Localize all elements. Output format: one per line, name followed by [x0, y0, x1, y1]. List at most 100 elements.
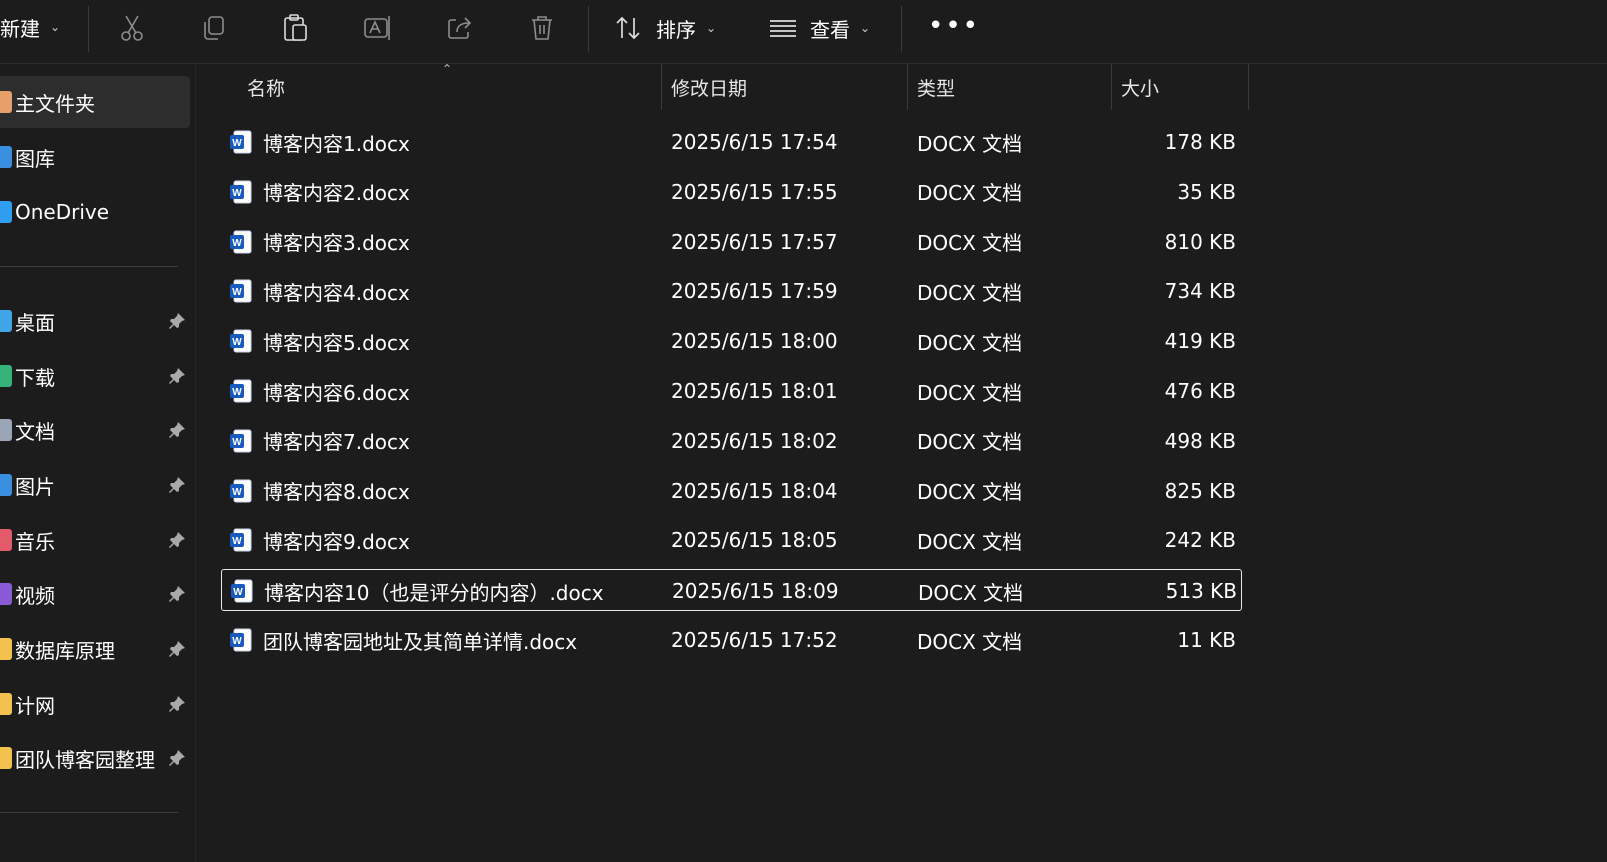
sidebar-item-label: 下载 — [15, 365, 55, 390]
column-header-date[interactable]: 修改日期 — [671, 64, 747, 110]
file-row[interactable]: W 博客内容6.docx 2025/6/15 18:01 DOCX 文档 476 KB — [221, 370, 1242, 412]
pin-icon[interactable] — [168, 694, 186, 718]
file-row[interactable]: W 团队博客园地址及其简单详情.docx 2025/6/15 17:52 DOCX 文… — [221, 619, 1242, 661]
file-size: 11 KB — [1177, 628, 1236, 652]
file-size: 498 KB — [1164, 428, 1236, 453]
file-size: 476 KB — [1164, 379, 1236, 403]
chevron-down-icon: ⌄ — [860, 21, 871, 35]
file-size: 35 KB — [1177, 179, 1236, 204]
documents-icon — [0, 419, 12, 441]
file-list: ⌃ 名称 修改日期 类型 大小 W 博客内容1.docx 2025/6/15 17:… — [196, 62, 1607, 862]
file-row[interactable]: W 博客内容7.docx 2025/6/15 18:02 DOCX 文档 498 KB — [221, 420, 1242, 462]
sidebar-item[interactable]: 文档 — [0, 404, 190, 456]
column-header-size[interactable]: 大小 — [1121, 64, 1159, 110]
file-row[interactable]: W 博客内容3.docx 2025/6/15 17:57 DOCX 文档 810 KB — [221, 221, 1242, 263]
sidebar-item[interactable]: 图库 — [0, 131, 190, 183]
new-label: 新建 — [0, 16, 40, 41]
file-size: 825 KB — [1164, 478, 1236, 503]
folder-icon — [0, 747, 12, 769]
sidebar-item-label: 图片 — [15, 474, 55, 499]
delete-icon[interactable] — [526, 12, 558, 44]
sidebar-item-label: 音乐 — [15, 529, 55, 554]
sidebar-item[interactable]: 下载 — [0, 350, 190, 402]
pin-icon[interactable] — [168, 475, 186, 499]
toolbar-divider — [588, 6, 589, 52]
cut-icon[interactable] — [116, 12, 148, 44]
pin-icon[interactable] — [168, 584, 186, 608]
view-label: 查看 — [810, 17, 850, 42]
gallery-icon — [0, 146, 12, 168]
sidebar-item-label: 桌面 — [15, 310, 55, 335]
column-header-name[interactable]: 名称 — [247, 64, 285, 110]
view-icon — [768, 17, 798, 39]
paste-icon[interactable] — [280, 12, 312, 44]
file-size: 419 KB — [1164, 329, 1236, 354]
sidebar-item[interactable]: 图片 — [0, 459, 190, 511]
sort-icon — [614, 15, 644, 41]
copy-icon[interactable] — [198, 12, 230, 44]
column-header-type[interactable]: 类型 — [917, 64, 955, 110]
music-icon — [0, 529, 12, 551]
sidebar-item-label: 图库 — [15, 146, 55, 171]
rename-icon[interactable] — [362, 12, 394, 44]
file-row[interactable]: W 博客内容5.docx 2025/6/15 18:00 DOCX 文档 419 KB — [221, 320, 1242, 362]
command-bar: 新建 ⌄ 排序 ⌄ 查看 ⌄ ••• — [0, 0, 1607, 64]
new-button[interactable]: 新建 ⌄ — [0, 10, 60, 44]
file-size: 810 KB — [1164, 229, 1236, 254]
sort-button[interactable]: 排序 ⌄ — [614, 8, 716, 48]
sort-ascending-icon: ⌃ — [442, 62, 453, 76]
sidebar-item-label: 计网 — [15, 693, 55, 718]
desktop-icon — [0, 310, 12, 332]
sidebar-item[interactable]: 计网 — [0, 678, 190, 730]
column-separator[interactable] — [661, 64, 662, 110]
sidebar-item-label: OneDrive — [15, 200, 110, 224]
sidebar-item[interactable]: 团队博客园整理 — [0, 732, 190, 784]
pin-icon[interactable] — [168, 420, 186, 444]
file-size: 513 KB — [1165, 579, 1237, 604]
file-row[interactable]: W 博客内容1.docx 2025/6/15 17:54 DOCX 文档 178 KB — [221, 121, 1242, 163]
sidebar-item[interactable]: 数据库原理 — [0, 623, 190, 675]
pin-icon[interactable] — [168, 748, 186, 772]
column-separator[interactable] — [1111, 64, 1112, 110]
column-separator[interactable] — [1248, 64, 1249, 110]
sidebar-item-label: 数据库原理 — [15, 638, 115, 663]
navigation-pane: 主文件夹图库 OneDrive 桌面下载文档图片音乐视频数据库原理计网团队博客园整理 — [0, 64, 196, 862]
sidebar-item[interactable]: 视频 — [0, 568, 190, 620]
pin-icon[interactable] — [168, 530, 186, 554]
sort-label: 排序 — [656, 17, 696, 42]
sidebar-divider — [0, 812, 178, 813]
more-options-icon[interactable]: ••• — [928, 13, 980, 39]
sidebar-item[interactable]: 桌面 — [0, 295, 190, 347]
column-header-label: 类型 — [917, 77, 956, 100]
file-row[interactable]: W 博客内容10（也是评分的内容）.docx 2025/6/15 18:09 DOCX… — [221, 569, 1242, 612]
sidebar-item[interactable]: 主文件夹 — [0, 76, 190, 128]
view-button[interactable]: 查看 ⌄ — [768, 8, 870, 48]
file-row[interactable]: W 博客内容4.docx 2025/6/15 17:59 DOCX 文档 734 KB — [221, 270, 1242, 312]
file-row[interactable]: W 博客内容8.docx 2025/6/15 18:04 DOCX 文档 825 KB — [221, 470, 1242, 512]
sidebar-item-label: 文档 — [15, 419, 55, 444]
sidebar-item-label: 团队博客园整理 — [15, 747, 155, 772]
file-row[interactable]: W 博客内容2.docx 2025/6/15 17:55 DOCX 文档 35 KB — [221, 171, 1242, 213]
pin-icon[interactable] — [168, 311, 186, 335]
column-header-label: 修改日期 — [671, 77, 748, 100]
toolbar-divider — [901, 6, 902, 52]
share-icon[interactable] — [444, 12, 476, 44]
home-icon — [0, 91, 12, 113]
pin-icon[interactable] — [168, 639, 186, 663]
file-size: 242 KB — [1164, 528, 1236, 553]
pin-icon[interactable] — [168, 366, 186, 390]
file-row[interactable]: W 博客内容9.docx 2025/6/15 18:05 DOCX 文档 242 KB — [221, 519, 1242, 561]
chevron-down-icon: ⌄ — [50, 20, 61, 34]
sidebar-item-label: 视频 — [15, 583, 55, 608]
folder-icon — [0, 693, 12, 715]
chevron-down-icon: ⌄ — [706, 21, 717, 35]
toolbar-divider — [88, 6, 89, 52]
videos-icon — [0, 583, 12, 605]
download-icon — [0, 365, 12, 387]
column-header-label: 名称 — [247, 77, 286, 100]
sidebar-item[interactable]: 音乐 — [0, 514, 190, 566]
column-header-label: 大小 — [1121, 77, 1160, 100]
folder-icon — [0, 638, 12, 660]
sidebar-item[interactable]: OneDrive — [0, 186, 190, 238]
column-separator[interactable] — [907, 64, 908, 110]
